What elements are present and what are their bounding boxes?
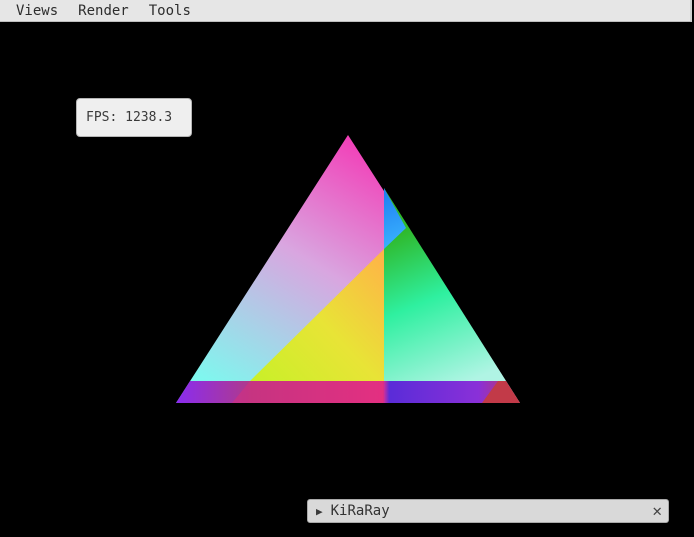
menu-render[interactable]: Render bbox=[68, 0, 139, 22]
scene-face-right bbox=[384, 188, 520, 403]
menu-tools[interactable]: Tools bbox=[139, 0, 201, 22]
fps-label: FPS: 1238.3 bbox=[86, 110, 173, 125]
menu-bar: Views Render Tools bbox=[0, 0, 692, 22]
close-icon[interactable]: ✕ bbox=[652, 501, 662, 521]
kiraray-panel[interactable]: ▶ KiRaRay ✕ bbox=[307, 499, 669, 523]
app-window: Views Render Tools FPS: 1238.3 ▶ KiRaRay… bbox=[0, 0, 694, 537]
render-viewport[interactable]: FPS: 1238.3 bbox=[0, 23, 694, 537]
play-icon[interactable]: ▶ bbox=[316, 505, 323, 518]
menu-views[interactable]: Views bbox=[6, 0, 68, 22]
scene-face-bottom-mid bbox=[232, 381, 384, 403]
panel-title: KiRaRay bbox=[330, 503, 390, 519]
fps-overlay: FPS: 1238.3 bbox=[76, 98, 192, 137]
